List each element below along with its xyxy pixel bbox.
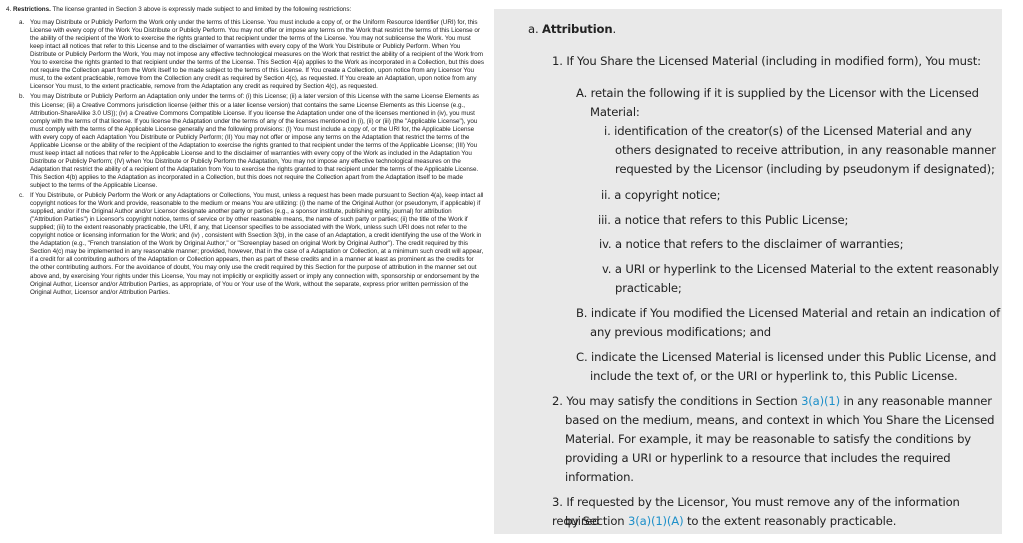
item-v-line: a URI or hyperlink to the Licensed Mater…	[614, 262, 999, 276]
section-title: Attribution	[542, 22, 613, 36]
item-iii-text: a notice that refers to this Public Lice…	[614, 213, 849, 227]
section-3a1A-link[interactable]: 3(a)(1)(A)	[628, 514, 684, 528]
item-3-marker: 3.	[552, 495, 563, 509]
item-C: C. indicate the Licensed Material is lic…	[576, 348, 996, 367]
restriction-item-c: c. If You Distribute, or Publicly Perfor…	[6, 192, 484, 297]
item-ii-marker: ii.	[601, 188, 611, 202]
item-iii-marker: iii.	[598, 213, 611, 227]
item-C-line-2: include the text of, or the URI or hyper…	[590, 369, 958, 383]
item-B-line-2: any previous modifications; and	[590, 325, 772, 339]
item-iv-marker: iv.	[599, 237, 612, 251]
restriction-item-b: b. You may Distribute or Publicly Perfor…	[6, 93, 484, 190]
item-i-line: identification of the creator(s) of the …	[614, 124, 972, 138]
item-iv: iv. a notice that refers to the disclaim…	[599, 235, 903, 254]
item-3-text-pre: by Section	[565, 514, 629, 528]
item-2-line-2: based on the medium, means, and context …	[565, 413, 995, 427]
item-i-line-2: others designated to receive attribution…	[615, 143, 996, 157]
item-1: 1. If You Share the Licensed Material (i…	[552, 52, 981, 71]
item-1-marker: 1.	[552, 54, 563, 68]
item-text: You may Distribute or Publicly Perform a…	[30, 93, 479, 189]
heading-number: 4.	[6, 6, 12, 13]
item-v: v. a URI or hyperlink to the Licensed Ma…	[602, 260, 999, 279]
item-3-text-post: to the extent reasonably practicable.	[683, 514, 897, 528]
restrictions-heading: 4. Restrictions. The license granted in …	[6, 6, 484, 14]
item-B-marker: B.	[576, 306, 588, 320]
heading-text: The license granted in Section 3 above i…	[50, 6, 352, 13]
item-marker: c.	[19, 192, 24, 200]
item-B-line: indicate if You modified the Licensed Ma…	[590, 306, 1001, 320]
item-i-line-3: requested by the Licensor (including by …	[615, 162, 995, 176]
item-2-line-5: information.	[565, 470, 634, 484]
item-2-line-4: providing a URI or hyperlink to a resour…	[565, 451, 951, 465]
item-A: A. retain the following if it is supplie…	[576, 84, 979, 103]
item-marker: b.	[19, 93, 25, 101]
section-period: .	[612, 22, 616, 36]
item-iii: iii. a notice that refers to this Public…	[598, 211, 848, 230]
item-A-line-2: Material:	[590, 105, 640, 119]
heading-bold: Restrictions.	[12, 6, 51, 13]
item-1-text: If You Share the Licensed Material (incl…	[566, 54, 981, 68]
item-2: 2. You may satisfy the conditions in Sec…	[552, 392, 992, 411]
item-text: If You Distribute, or Publicly Perform t…	[30, 192, 484, 296]
item-2-line-3: Material. For example, it may be reasona…	[565, 432, 972, 446]
license-4-attribution-panel: a. Attribution. 1. If You Share the Lice…	[494, 9, 1002, 534]
license-3-restrictions-panel: 4. Restrictions. The license granted in …	[6, 6, 484, 540]
item-C-line: indicate the Licensed Material is licens…	[591, 350, 997, 364]
section-3a1-link[interactable]: 3(a)(1)	[801, 394, 840, 408]
item-iv-text: a notice that refers to the disclaimer o…	[614, 237, 904, 251]
item-A-marker: A.	[576, 86, 588, 100]
item-ii: ii. a copyright notice;	[601, 186, 721, 205]
item-ii-text: a copyright notice;	[614, 188, 721, 202]
item-2-marker: 2.	[552, 394, 563, 408]
item-C-marker: C.	[576, 350, 588, 364]
item-B: B. indicate if You modified the Licensed…	[576, 304, 1000, 323]
item-marker: a.	[19, 19, 25, 27]
section-marker: a.	[528, 22, 539, 36]
item-i: i. identification of the creator(s) of t…	[604, 122, 972, 141]
item-text: You may Distribute or Publicly Perform t…	[30, 19, 484, 91]
item-v-marker: v.	[602, 262, 612, 276]
item-2-text-pre: You may satisfy the conditions in Sectio…	[566, 394, 802, 408]
item-3-line-2: by Section 3(a)(1)(A) to the extent reas…	[565, 512, 896, 531]
item-v-line-2: practicable;	[615, 281, 682, 295]
item-A-line: retain the following if it is supplied b…	[590, 86, 979, 100]
restriction-item-a: a. You may Distribute or Publicly Perfor…	[6, 19, 484, 91]
attribution-heading: a. Attribution.	[528, 20, 616, 39]
item-i-marker: i.	[604, 124, 611, 138]
item-2-text-post: in any reasonable manner	[839, 394, 993, 408]
